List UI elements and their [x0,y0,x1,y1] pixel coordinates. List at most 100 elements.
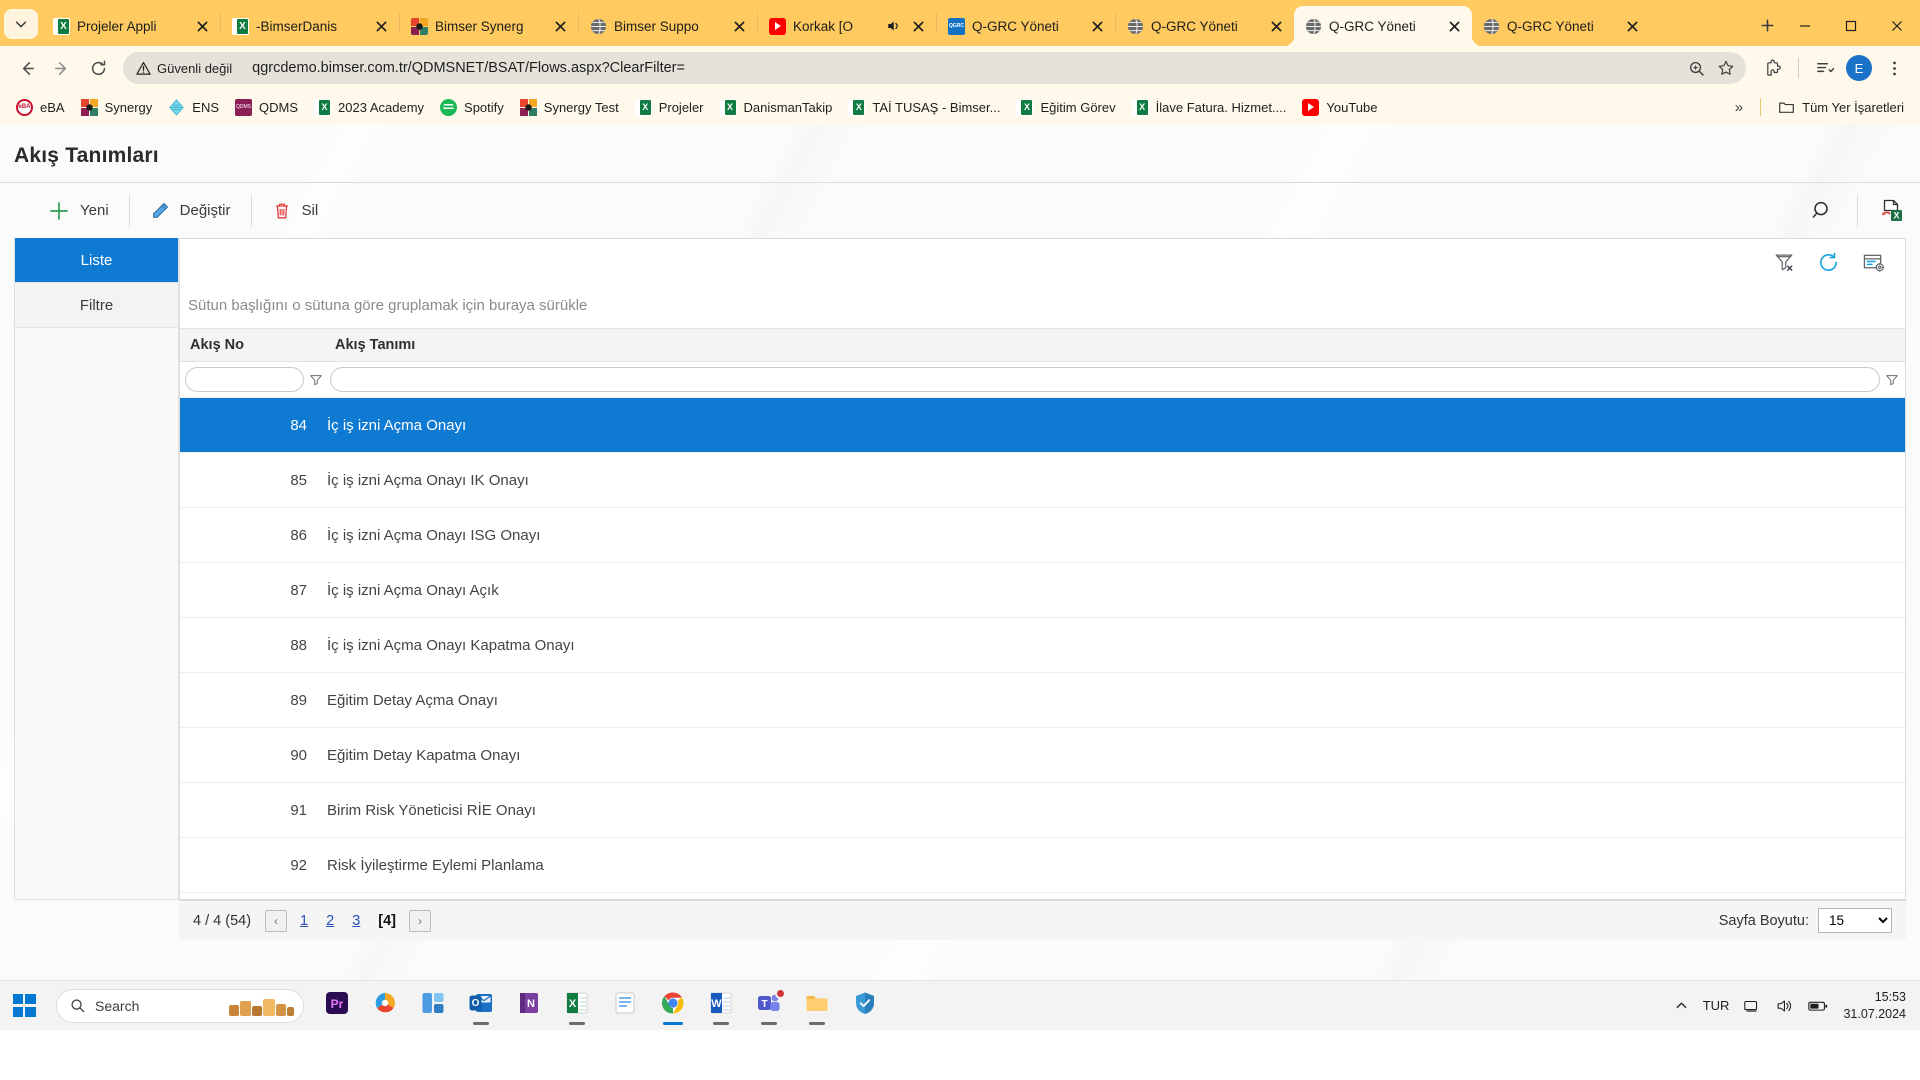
column-header-akis-no[interactable]: Akış No [180,337,325,353]
site-security-chip[interactable]: Güvenli değil [127,58,242,79]
taskbar-security-button[interactable] [844,985,886,1027]
address-bar[interactable]: Güvenli değil qgrcdemo.bimser.com.tr/QDM… [123,52,1746,84]
volume-button[interactable] [1775,997,1793,1015]
extensions-button[interactable] [1757,52,1789,84]
clock[interactable]: 15:53 31.07.2024 [1843,989,1906,1022]
table-row[interactable]: 86 İç iş izni Açma Onayı ISG Onayı [180,508,1905,563]
reload-button[interactable] [82,52,115,85]
bookmark-item[interactable]: Synergy Test [512,95,627,120]
bookmarks-overflow-button[interactable]: » [1727,96,1751,119]
page-size-select[interactable]: 15 [1818,908,1892,933]
pager-next-button[interactable]: › [409,909,431,932]
taskbar-premiere-button[interactable]: Pr [316,985,358,1027]
taskbar-search[interactable]: Search [56,988,304,1023]
tab-close-button[interactable] [1445,17,1464,36]
tab-close-button[interactable] [551,17,570,36]
pager-page-3[interactable]: 3 [343,913,369,929]
new-button[interactable]: Yeni [28,194,129,228]
taskbar-widgets-button[interactable] [412,985,454,1027]
filter-funnel-icon-2[interactable] [1884,373,1900,387]
edit-button[interactable]: Değiştir [130,194,251,228]
new-tab-button[interactable] [1752,10,1782,40]
filter-input-akis-tanimi[interactable] [330,367,1880,392]
profile-button[interactable]: E [1843,52,1875,84]
delete-button[interactable]: Sil [252,194,339,228]
side-tab-filtre[interactable]: Filtre [15,283,178,328]
browser-tab[interactable]: Q-GRC Yöneti [1472,6,1650,46]
forward-button[interactable] [46,52,79,85]
browser-tab[interactable]: -BimserDanis [221,6,399,46]
taskbar-word-button[interactable]: W [700,985,742,1027]
bookmark-item[interactable]: İlave Fatura. Hizmet.... [1124,95,1295,120]
table-row[interactable]: 88 İç iş izni Açma Onayı Kapatma Onayı [180,618,1905,673]
table-row[interactable]: 85 İç iş izni Açma Onayı IK Onayı [180,453,1905,508]
table-row[interactable]: 84 İç iş izni Açma Onayı [180,398,1905,453]
pager-prev-button[interactable]: ‹ [265,909,288,932]
export-excel-button[interactable]: X [1880,198,1906,224]
close-button[interactable] [1874,6,1920,46]
tab-search-button[interactable] [4,9,38,39]
language-indicator[interactable]: TUR [1703,998,1730,1013]
tab-close-button[interactable] [1088,17,1107,36]
tray-overflow-button[interactable] [1674,998,1689,1013]
minimize-button[interactable] [1782,6,1828,46]
bookmark-star-button[interactable] [1712,54,1740,82]
bookmark-item[interactable]: Eğitim Görev [1008,95,1123,120]
tab-close-button[interactable] [909,17,928,36]
taskbar-teams-button[interactable]: T [748,985,790,1027]
back-button[interactable] [10,52,43,85]
filter-funnel-icon-1[interactable] [308,373,324,387]
group-drop-panel[interactable]: Sütun başlığını o sütuna göre gruplamak … [180,285,1905,328]
bookmark-item[interactable]: Spotify [432,95,512,120]
bookmark-item[interactable]: 2023 Academy [306,95,432,120]
browser-tab[interactable]: Bimser Suppo [579,6,757,46]
tab-close-button[interactable] [1267,17,1286,36]
pager-page-2[interactable]: 2 [317,913,343,929]
battery-button[interactable] [1807,997,1829,1015]
taskbar-file-explorer-button[interactable] [796,985,838,1027]
bookmark-item[interactable]: eBA eBA [8,95,73,120]
zoom-in-button[interactable] [1682,54,1710,82]
all-bookmarks-button[interactable]: Tüm Yer İşaretleri [1770,95,1912,120]
taskbar-excel-button[interactable]: X [556,985,598,1027]
taskbar-photos-button[interactable] [364,985,406,1027]
chrome-menu-button[interactable] [1878,52,1910,84]
bookmark-item[interactable]: ENS [160,95,227,120]
taskbar-notepad-button[interactable] [604,985,646,1027]
taskbar-chrome-button[interactable] [652,985,694,1027]
refresh-button[interactable] [1817,251,1840,274]
bookmark-item[interactable]: DanismanTakip [712,95,841,120]
tab-close-button[interactable] [193,17,212,36]
browser-tab[interactable]: Q-GRC Yöneti [937,6,1115,46]
clear-filter-button[interactable] [1773,251,1795,273]
tab-audio-icon[interactable] [886,18,902,34]
start-button[interactable] [0,994,48,1017]
browser-tab[interactable]: Projeler Appli [42,6,220,46]
bookmark-item[interactable]: Projeler [627,95,712,120]
table-row[interactable]: 91 Birim Risk Yöneticisi RİE Onayı [180,783,1905,838]
maximize-button[interactable] [1828,6,1874,46]
bookmark-item[interactable]: Synergy [73,95,161,120]
network-button[interactable] [1743,997,1761,1015]
column-header-akis-tanimi[interactable]: Akış Tanımı [325,337,1905,353]
bookmark-item[interactable]: TAİ TUSAŞ - Bimser... [840,95,1008,120]
taskbar-onenote-button[interactable]: N [508,985,550,1027]
bookmark-item[interactable]: QDMS QDMS [227,95,306,120]
tab-close-button[interactable] [372,17,391,36]
taskbar-outlook-button[interactable]: O [460,985,502,1027]
grid-settings-button[interactable] [1862,251,1885,274]
browser-tab[interactable]: Korkak [O [758,6,936,46]
table-row[interactable]: 87 İç iş izni Açma Onayı Açık [180,563,1905,618]
tab-close-button[interactable] [1623,17,1642,36]
bookmark-item[interactable]: YouTube [1294,95,1385,120]
pager-page-1[interactable]: 1 [291,913,317,929]
browser-tab[interactable]: Bimser Synerg [400,6,578,46]
browser-tab[interactable]: Q-GRC Yöneti [1116,6,1294,46]
search-button[interactable] [1809,198,1835,224]
reading-list-button[interactable] [1808,52,1840,84]
table-row[interactable]: 89 Eğitim Detay Açma Onayı [180,673,1905,728]
browser-tab[interactable]: Q-GRC Yöneti [1294,6,1472,46]
tab-close-button[interactable] [730,17,749,36]
table-row[interactable]: 90 Eğitim Detay Kapatma Onayı [180,728,1905,783]
table-row[interactable]: 92 Risk İyileştirme Eylemi Planlama [180,838,1905,893]
